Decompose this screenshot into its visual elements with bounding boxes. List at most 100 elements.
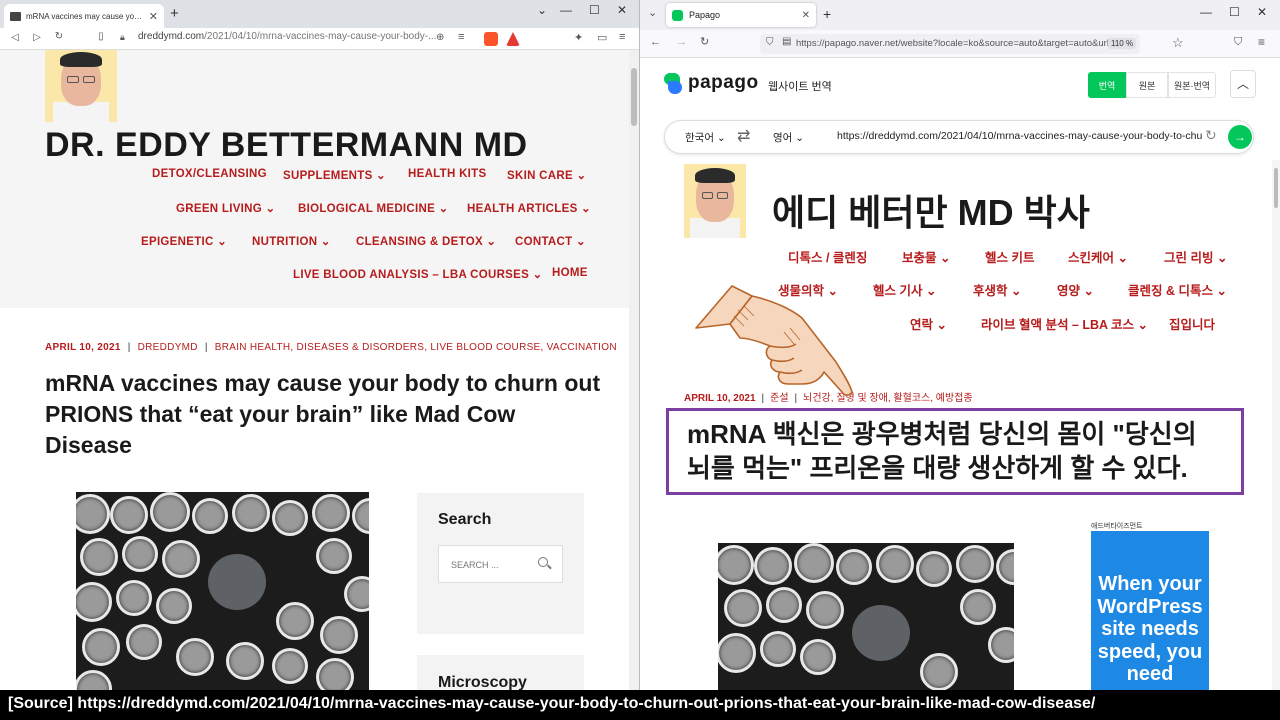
left-nav-bar: ◁ ▷ ↻ ▯ 🔒︎ dreddymd.com/2021/04/10/mrna-… <box>0 28 639 50</box>
tab-list-icon[interactable]: ⌄ <box>648 6 657 19</box>
menu-item-lba-courses[interactable]: LIVE BLOOD ANALYSIS – LBA COURSES ⌄ <box>293 267 543 281</box>
refresh-icon[interactable]: ↻ <box>1205 127 1217 144</box>
menu-icon[interactable]: ≡ <box>1258 35 1265 49</box>
pointing-hand-icon <box>695 285 853 396</box>
menu-item-supplements[interactable]: SUPPLEMENTS ⌄ <box>283 168 386 182</box>
site-title[interactable]: DR. EDDY BETTERMANN MD <box>45 126 528 165</box>
papago-brand[interactable]: papago <box>688 72 759 94</box>
post-categories[interactable]: BRAIN HEALTH, DISEASES & DISORDERS, LIVE… <box>215 342 617 353</box>
maximize-icon[interactable]: ☐ <box>1229 5 1240 19</box>
menu-item-green-living[interactable]: 그린 리빙 ⌄ <box>1164 247 1227 266</box>
zoom-icon[interactable]: ⊕ <box>436 32 444 43</box>
menu-icon[interactable]: ≡ <box>619 31 625 43</box>
right-nav-bar: ← → ↻ https://papago.naver.net/website?l… <box>640 30 1280 58</box>
right-scrollbar[interactable] <box>1272 160 1280 690</box>
papago-logo-icon[interactable] <box>664 73 683 95</box>
bookmark-star-icon[interactable]: ☆ <box>1172 35 1184 51</box>
left-active-tab[interactable]: mRNA vaccines may cause your b ✕ <box>4 4 164 28</box>
menu-item-health-articles[interactable]: 헬스 기사 ⌄ <box>873 280 936 299</box>
menu-item-epigenetic[interactable]: EPIGENETIC ⌄ <box>141 234 227 248</box>
menu-item-skin-care[interactable]: SKIN CARE ⌄ <box>507 168 586 182</box>
close-window-icon[interactable]: ✕ <box>617 3 627 17</box>
translated-post-title[interactable]: mRNA 백신은 광우병처럼 당신의 몸이 "당신의 뇌를 먹는" 프리온을 대… <box>687 417 1247 485</box>
left-scrollbar[interactable] <box>629 50 639 690</box>
bookmark-icon[interactable]: ▯ <box>90 31 112 42</box>
left-tab-strip: mRNA vaccines may cause your b ✕ + ⌄ — ☐… <box>0 0 639 28</box>
left-tab-title: mRNA vaccines may cause your b <box>26 11 144 21</box>
translate-view-button[interactable]: 번역 <box>1088 72 1126 98</box>
close-tab-icon[interactable]: ✕ <box>802 10 810 21</box>
shield-icon[interactable]: ⛉ <box>766 37 774 48</box>
menu-item-home[interactable]: HOME <box>552 267 588 279</box>
right-active-tab[interactable]: Papago ✕ <box>666 3 816 27</box>
close-window-icon[interactable]: ✕ <box>1257 5 1267 19</box>
swap-languages-icon[interactable]: ⇄ <box>737 126 750 146</box>
reader-mode-icon[interactable]: ≡ <box>458 31 464 43</box>
target-language-select[interactable]: 영어 ⌄ <box>773 130 804 145</box>
menu-item-lba-courses[interactable]: 라이브 혈액 분석 – LBA 코스 ⌄ <box>981 314 1148 333</box>
back-icon[interactable]: ◁ <box>4 32 26 43</box>
reload-icon[interactable]: ↻ <box>700 35 709 48</box>
wordpress-ad-banner[interactable]: When your WordPress site needs speed, yo… <box>1091 531 1209 690</box>
side-by-side-button[interactable]: 원본·번역 <box>1168 72 1216 98</box>
blood-cells-image <box>76 492 369 690</box>
author-avatar <box>684 164 746 238</box>
menu-item-contact[interactable]: 연락 ⌄ <box>910 314 947 333</box>
menu-item-biological-medicine[interactable]: BIOLOGICAL MEDICINE ⌄ <box>298 201 449 215</box>
minimize-icon[interactable]: — <box>1200 5 1212 19</box>
menu-item-health-articles[interactable]: HEALTH ARTICLES ⌄ <box>467 201 591 215</box>
menu-item-supplements[interactable]: 보충물 ⌄ <box>902 247 950 266</box>
brave-shield-icon[interactable] <box>484 32 498 46</box>
forward-icon[interactable]: ▷ <box>26 32 48 43</box>
close-tab-icon[interactable]: ✕ <box>149 10 158 23</box>
menu-item-health-kits[interactable]: HEALTH KITS <box>408 168 486 180</box>
extensions-icon[interactable]: ✦ <box>574 31 583 44</box>
search-input[interactable]: SEARCH ... <box>438 545 563 583</box>
papago-favicon-icon <box>672 9 683 21</box>
page-info-icon[interactable]: ▤ <box>782 36 791 47</box>
back-icon[interactable]: ← <box>650 36 661 48</box>
menu-item-green-living[interactable]: GREEN LIVING ⌄ <box>176 201 275 215</box>
search-icon[interactable] <box>538 557 548 567</box>
go-arrow-button[interactable]: → <box>1228 125 1252 149</box>
collapse-chevron-up-icon[interactable]: ︿ <box>1230 70 1256 98</box>
source-language-select[interactable]: 한국어 ⌄ <box>685 130 726 145</box>
menu-item-home[interactable]: 집입니다 <box>1169 314 1215 333</box>
menu-item-contact[interactable]: CONTACT ⌄ <box>515 234 586 248</box>
new-tab-button[interactable]: + <box>823 6 831 22</box>
menu-item-detox[interactable]: 디톡스 / 클렌징 <box>788 247 867 266</box>
translate-url-input[interactable]: https://dreddymd.com/2021/04/10/mrna-vac… <box>837 130 1202 142</box>
zoom-level-badge[interactable]: 110 % <box>1108 38 1137 49</box>
menu-item-cleansing-detox[interactable]: CLEANSING & DETOX ⌄ <box>356 234 496 248</box>
post-title[interactable]: mRNA vaccines may cause your body to chu… <box>45 368 605 461</box>
post-date[interactable]: APRIL 10, 2021 <box>45 342 121 353</box>
minimize-icon[interactable]: — <box>560 3 572 17</box>
menu-item-nutrition[interactable]: NUTRITION ⌄ <box>252 234 331 248</box>
left-address-bar[interactable]: dreddymd.com/2021/04/10/mrna-vaccines-ma… <box>138 31 436 42</box>
menu-item-health-kits[interactable]: 헬스 키트 <box>985 247 1034 266</box>
wallet-icon[interactable]: ▭ <box>597 31 607 44</box>
site-favicon-icon <box>10 11 21 21</box>
translated-site-title[interactable]: 에디 베터만 MD 박사 <box>772 184 1090 236</box>
course-widget-title[interactable]: Microscopy Online Course on the topic of… <box>438 673 563 690</box>
search-widget-title: Search <box>438 511 492 528</box>
left-site-page: DR. EDDY BETTERMANN MD DETOX/CLEANSING S… <box>0 50 630 690</box>
chevron-down-icon[interactable]: ⌄ <box>537 3 547 17</box>
menu-item-nutrition[interactable]: 영양 ⌄ <box>1057 280 1094 299</box>
original-view-button[interactable]: 원본 <box>1126 72 1168 98</box>
reload-icon[interactable]: ↻ <box>48 31 70 42</box>
menu-item-cleansing-detox[interactable]: 클렌징 & 디톡스 ⌄ <box>1128 280 1227 299</box>
menu-item-detox[interactable]: DETOX/CLEANSING <box>152 168 267 180</box>
forward-icon[interactable]: → <box>676 36 687 48</box>
translate-url-bar: 한국어 ⌄ ⇄ 영어 ⌄ https://dreddymd.com/2021/0… <box>664 120 1254 154</box>
post-author[interactable]: DREDDYMD <box>138 342 198 353</box>
menu-item-epigenetic[interactable]: 후생학 ⌄ <box>973 280 1021 299</box>
menu-item-skin-care[interactable]: 스킨케어 ⌄ <box>1068 247 1128 266</box>
new-tab-button[interactable]: + <box>170 5 179 22</box>
right-tab-title: Papago <box>689 10 721 20</box>
right-address-bar[interactable]: https://papago.naver.net/website?locale=… <box>760 34 1140 54</box>
pocket-icon[interactable]: ⛉ <box>1234 36 1242 49</box>
source-caption: [Source] https://dreddymd.com/2021/04/10… <box>0 690 1280 720</box>
maximize-icon[interactable]: ☐ <box>589 3 600 17</box>
brave-rewards-icon[interactable] <box>506 32 520 46</box>
